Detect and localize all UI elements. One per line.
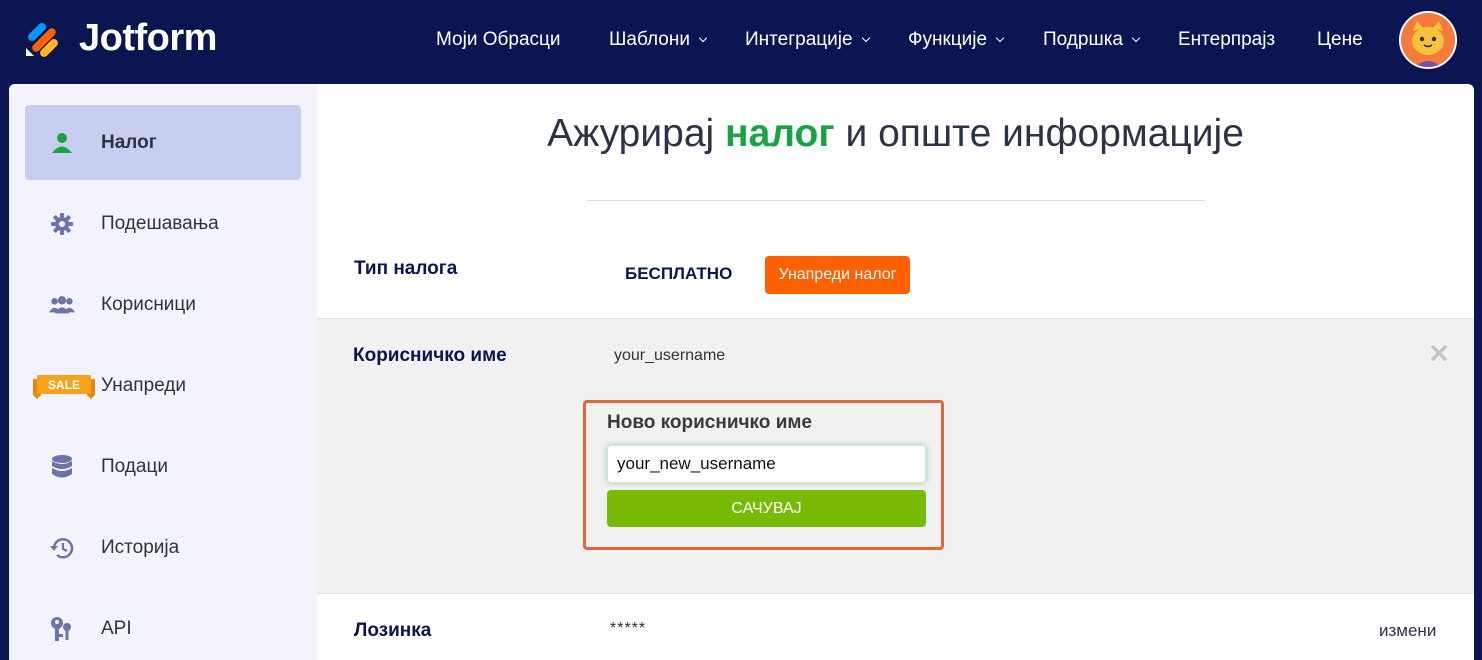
account-type-label: Тип налога xyxy=(354,258,458,279)
new-username-form: Ново корисничко име САЧУВАЈ xyxy=(583,400,944,550)
nav-pricing[interactable]: Цене xyxy=(1317,26,1363,54)
user-icon xyxy=(49,130,75,156)
history-icon xyxy=(49,535,75,561)
nav-enterprise[interactable]: Ентерпрајз xyxy=(1178,26,1275,54)
save-button[interactable]: САЧУВАЈ xyxy=(607,490,926,527)
divider xyxy=(586,200,1206,201)
sale-tag-text: SALE xyxy=(48,378,80,392)
username-edit-section: Корисничко име your_username Ново корисн… xyxy=(317,318,1474,594)
sidebar-item-data[interactable]: Подаци xyxy=(25,429,301,504)
gear-icon xyxy=(49,211,75,237)
sidebar-item-label: Корисници xyxy=(101,293,196,315)
sidebar-item-label: Унапреди xyxy=(101,374,186,396)
sidebar-item-api[interactable]: API xyxy=(25,591,301,660)
nav-templates[interactable]: Шаблони xyxy=(609,26,708,54)
sidebar-item-label: Подаци xyxy=(101,455,168,477)
users-icon xyxy=(49,292,75,318)
sale-tag-icon: SALE xyxy=(33,373,95,399)
top-navigation-bar: Jotform Моји Обрасци Шаблони Интеграције… xyxy=(0,0,1482,84)
chevron-down-icon xyxy=(1131,33,1141,43)
new-username-input[interactable] xyxy=(607,445,926,483)
nav-features[interactable]: Функције xyxy=(908,26,1005,54)
title-text: и опште информације xyxy=(834,112,1244,155)
plan-name: БЕСПЛАТНО xyxy=(625,264,733,283)
keys-icon xyxy=(49,616,75,642)
chevron-down-icon xyxy=(698,33,708,43)
chevron-down-icon xyxy=(861,33,870,43)
sidebar-item-history[interactable]: Историја xyxy=(25,510,301,585)
nav-label: Ентерпрајз xyxy=(1178,29,1276,50)
sidebar-item-label: API xyxy=(101,617,132,639)
nav-label: Моји Обрасци xyxy=(436,29,561,50)
close-icon[interactable] xyxy=(1427,341,1451,365)
sidebar-item-account[interactable]: Налог xyxy=(25,105,301,180)
username-label: Корисничко име xyxy=(353,345,507,366)
nav-label: Цене xyxy=(1317,29,1363,50)
change-password-link[interactable]: измени xyxy=(1379,621,1436,641)
main-nav: Моји Обрасци Шаблони Интеграције Функциј… xyxy=(0,26,1482,54)
sidebar-item-label: Налог xyxy=(101,131,157,153)
sidebar-item-settings[interactable]: Подешавања xyxy=(25,186,301,261)
upgrade-account-button[interactable]: Унапреди налог xyxy=(765,256,910,294)
password-label: Лозинка xyxy=(354,620,432,641)
nav-label: Функције xyxy=(908,29,988,50)
title-text: Ажурирај xyxy=(547,112,726,155)
sidebar: Налог Подешавања Корисници SALE Унапреди… xyxy=(9,84,317,660)
page-title: Ажурирај налог и опште информације xyxy=(317,112,1474,156)
nav-my-forms[interactable]: Моји Обрасци xyxy=(436,26,561,54)
sidebar-item-label: Подешавања xyxy=(101,212,219,234)
sidebar-item-label: Историја xyxy=(101,536,180,558)
account-content: Ажурирај налог и опште информације Тип н… xyxy=(317,84,1474,660)
current-username: your_username xyxy=(614,347,726,364)
nav-integrations[interactable]: Интеграције xyxy=(745,26,870,54)
title-accent: налог xyxy=(725,112,835,155)
password-value: ***** xyxy=(610,620,647,637)
new-username-label: Ново корисничко име xyxy=(607,412,812,433)
sidebar-item-users[interactable]: Корисници xyxy=(25,267,301,342)
nav-label: Интеграције xyxy=(745,29,853,50)
sidebar-item-upgrade[interactable]: SALE Унапреди xyxy=(25,348,301,423)
chevron-down-icon xyxy=(995,33,1005,43)
settings-panel: Налог Подешавања Корисници SALE Унапреди… xyxy=(9,84,1474,660)
database-icon xyxy=(49,454,75,480)
nav-label: Подршка xyxy=(1043,29,1123,50)
nav-label: Шаблони xyxy=(609,29,690,50)
user-avatar[interactable] xyxy=(1399,11,1457,69)
nav-support[interactable]: Подршка xyxy=(1043,26,1141,54)
